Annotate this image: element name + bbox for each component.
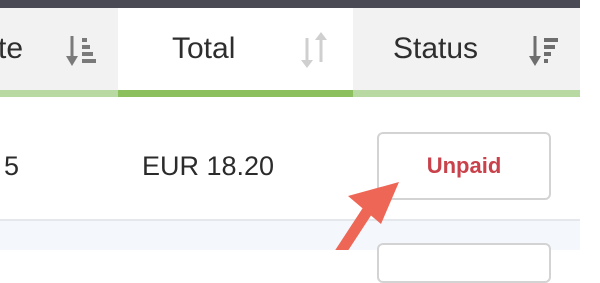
page-margin [580,0,600,250]
sort-descending-icon[interactable] [64,30,98,70]
status-badge-unpaid[interactable]: Unpaid [377,132,551,200]
status-badge-label: Unpaid [426,153,502,178]
column-header-total[interactable]: Total [118,8,353,90]
cell-total: EUR 18.20 [142,151,275,181]
column-label-status: Status [393,32,479,65]
sort-neutral-icon[interactable] [298,30,332,70]
column-header-status[interactable]: Status [353,8,580,90]
column-header-date[interactable]: te [0,8,118,90]
column-label-date: te [0,32,24,65]
sort-filter-icon[interactable] [527,30,561,70]
table-header: te Total Status [0,8,580,90]
invoice-table: te Total Status 5 EUR 18.20 Unpaid [0,8,580,283]
table-row[interactable]: 5 EUR 18.20 Unpaid [0,97,580,219]
top-bar [0,0,580,8]
column-label-total: Total [172,32,236,65]
active-column-underline [118,90,353,97]
status-badge[interactable] [377,243,551,283]
cell-date: 5 [4,151,20,181]
